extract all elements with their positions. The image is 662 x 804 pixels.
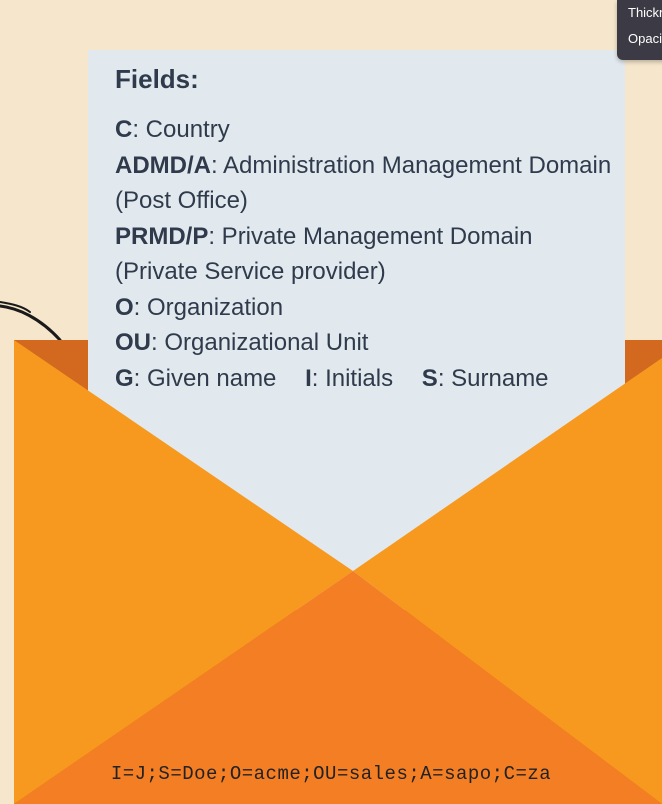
envelope-front xyxy=(14,340,662,804)
envelope-diagram: Fields: C: Country ADMD/A: Administratio… xyxy=(0,0,662,804)
properties-tooltip: Thickn Opaci xyxy=(617,0,662,60)
thickness-label: Thickn xyxy=(628,5,662,20)
opacity-label: Opaci xyxy=(628,31,662,46)
envelope-address: I=J;S=Doe;O=acme;OU=sales;A=sapo;C=za xyxy=(110,763,552,785)
